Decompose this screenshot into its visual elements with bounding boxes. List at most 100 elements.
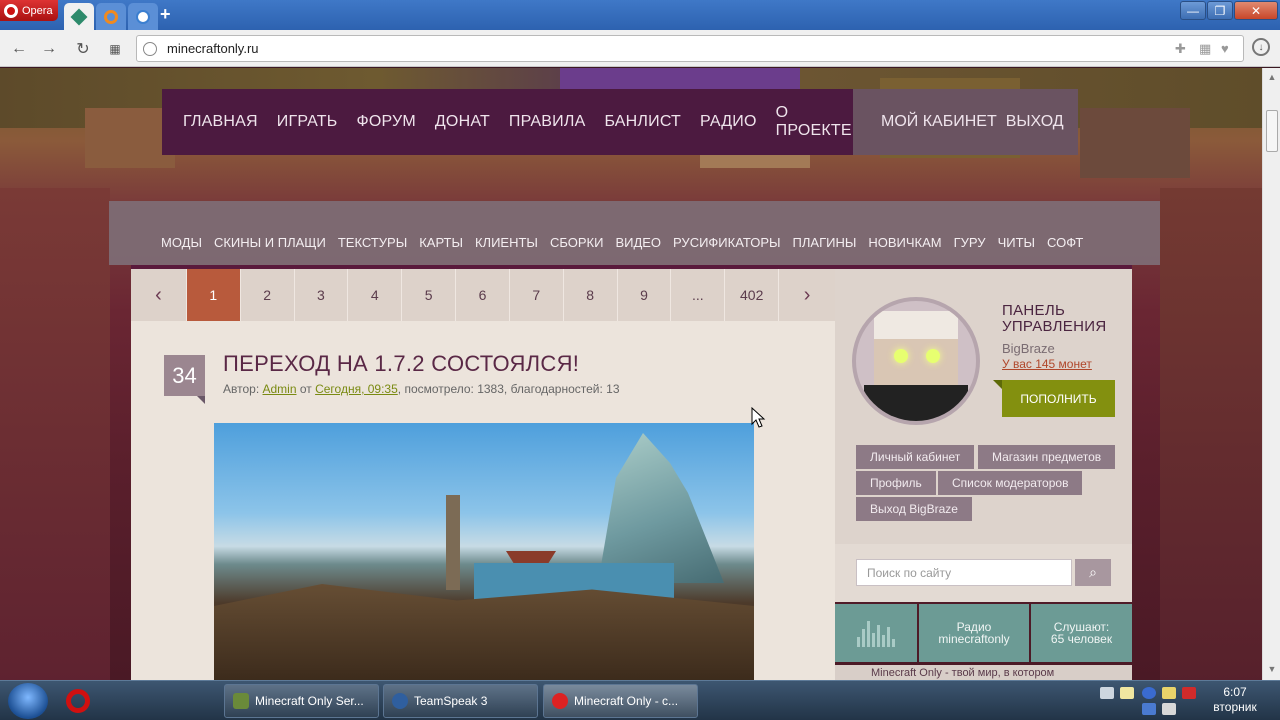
search-button[interactable]: ⌕ bbox=[1075, 559, 1111, 586]
pager-page[interactable]: 8 bbox=[564, 269, 618, 321]
speed-dial-icon[interactable]: ▦ bbox=[104, 38, 126, 60]
keyboard-icon[interactable] bbox=[1100, 687, 1114, 699]
taskbar-item-label: TeamSpeak 3 bbox=[414, 694, 488, 708]
url-text[interactable]: minecraftonly.ru bbox=[167, 41, 259, 56]
scroll-thumb[interactable] bbox=[1266, 110, 1278, 152]
subnav-builds[interactable]: СБОРКИ bbox=[550, 235, 603, 250]
topup-tail bbox=[993, 380, 1002, 389]
author-link[interactable]: Admin bbox=[263, 382, 297, 396]
subnav-maps[interactable]: КАРТЫ bbox=[419, 235, 463, 250]
eq-bar bbox=[867, 621, 870, 647]
volume-icon[interactable] bbox=[1162, 687, 1176, 699]
subnav-clients[interactable]: КЛИЕНТЫ bbox=[475, 235, 538, 250]
opera-pinned-icon[interactable] bbox=[66, 689, 90, 713]
taskbar-item-teamspeak[interactable]: TeamSpeak 3 bbox=[383, 684, 538, 718]
subnav-newcomers[interactable]: НОВИЧКАМ bbox=[868, 235, 941, 250]
nav-banlist[interactable]: БАНЛИСТ bbox=[604, 113, 681, 131]
coins-link[interactable]: У вас 145 монет bbox=[1002, 357, 1092, 371]
site-info-icon[interactable] bbox=[143, 42, 157, 56]
link-personal-account[interactable]: Личный кабинет bbox=[856, 445, 975, 469]
nav-play[interactable]: ИГРАТЬ bbox=[277, 113, 338, 131]
extensions-icon[interactable]: ✚ bbox=[1175, 41, 1186, 57]
nav-home[interactable]: ГЛАВНАЯ bbox=[183, 113, 258, 131]
maximize-button[interactable]: ❐ bbox=[1207, 1, 1233, 20]
pager-prev-button[interactable]: ‹ bbox=[131, 269, 187, 321]
pager-page[interactable]: 2 bbox=[241, 269, 295, 321]
subnav-skins[interactable]: СКИНЫ И ПЛАЩИ bbox=[214, 235, 326, 250]
radio-equalizer-icon[interactable] bbox=[835, 604, 917, 662]
subnav-mods[interactable]: МОДЫ bbox=[161, 235, 202, 250]
start-button[interactable] bbox=[8, 683, 48, 719]
link-logout-user[interactable]: Выход BigBraze bbox=[856, 497, 972, 521]
link-profile[interactable]: Профиль bbox=[856, 471, 936, 495]
page-grid-icon[interactable]: ▦ bbox=[1199, 41, 1211, 57]
subnav-plugins[interactable]: ПЛАГИНЫ bbox=[793, 235, 857, 250]
pager-page-last[interactable]: 402 bbox=[725, 269, 780, 321]
taskbar-item-minecraft-server[interactable]: Minecraft Only Ser... bbox=[224, 684, 379, 718]
new-tab-button[interactable]: + bbox=[160, 4, 171, 25]
download-icon[interactable]: ↓ bbox=[1252, 38, 1270, 56]
pager-page[interactable]: 3 bbox=[295, 269, 349, 321]
image-tower bbox=[446, 495, 460, 590]
close-button[interactable]: ✕ bbox=[1234, 1, 1278, 20]
back-arrow-icon[interactable]: ← bbox=[8, 38, 30, 60]
post-title[interactable]: ПЕРЕХОД НА 1.7.2 СОСТОЯЛСЯ! bbox=[223, 351, 579, 377]
avatar[interactable] bbox=[852, 297, 980, 425]
alert-icon[interactable] bbox=[1182, 687, 1196, 699]
site-favicon-icon bbox=[70, 8, 88, 25]
radio-label[interactable]: Радио minecraftonly bbox=[919, 604, 1029, 662]
nav-radio[interactable]: РАДИО bbox=[700, 113, 757, 131]
tray-icon[interactable] bbox=[1142, 703, 1156, 715]
avatar-body bbox=[864, 385, 968, 421]
topup-button[interactable]: ПОПОЛНИТЬ bbox=[1002, 380, 1115, 417]
post-image[interactable] bbox=[214, 423, 754, 680]
help-icon[interactable] bbox=[1120, 687, 1134, 699]
tab-third[interactable] bbox=[128, 3, 158, 30]
subnav-localizations[interactable]: РУСИФИКАТОРЫ bbox=[673, 235, 780, 250]
scroll-up-icon[interactable]: ▲ bbox=[1266, 72, 1278, 84]
search-icon: ⌕ bbox=[1089, 564, 1097, 580]
equalizer-bars bbox=[857, 619, 895, 647]
network-icon[interactable] bbox=[1142, 687, 1156, 699]
nav-forum[interactable]: ФОРУМ bbox=[356, 113, 415, 131]
nav-donate[interactable]: ДОНАТ bbox=[435, 113, 490, 131]
pager-page[interactable]: 4 bbox=[348, 269, 403, 321]
date-link[interactable]: Сегодня, 09:35 bbox=[315, 382, 398, 396]
pager-page[interactable]: 1 bbox=[186, 269, 241, 321]
nav-about[interactable]: О ПРОЕКТЕ bbox=[776, 104, 852, 140]
partial-feed-item[interactable]: Minecraft Only - твой мир, в котором bbox=[835, 665, 1132, 680]
scroll-down-icon[interactable]: ▼ bbox=[1266, 664, 1278, 676]
opera-icon bbox=[552, 693, 568, 709]
nav-rules[interactable]: ПРАВИЛА bbox=[509, 113, 586, 131]
eq-bar bbox=[877, 625, 880, 647]
pager-page[interactable]: 5 bbox=[402, 269, 457, 321]
page-scrollbar[interactable]: ▲ ▼ bbox=[1262, 68, 1280, 680]
tab-minecraftonly[interactable] bbox=[64, 3, 94, 30]
search-input[interactable]: Поиск по сайту bbox=[856, 559, 1072, 586]
pager-next-button[interactable]: › bbox=[779, 269, 835, 321]
tray-icon[interactable] bbox=[1162, 703, 1176, 715]
nav-my-account[interactable]: МОЙ КАБИНЕТ bbox=[881, 113, 997, 131]
forward-arrow-icon[interactable]: → bbox=[38, 38, 60, 60]
heart-icon[interactable]: ♥ bbox=[1221, 41, 1229, 56]
eq-bar bbox=[882, 635, 885, 647]
subnav-cheats[interactable]: ЧИТЫ bbox=[998, 235, 1035, 250]
link-moderators[interactable]: Список модераторов bbox=[938, 471, 1083, 495]
subnav-textures[interactable]: ТЕКСТУРЫ bbox=[338, 235, 407, 250]
pager-page[interactable]: 7 bbox=[510, 269, 564, 321]
tab-second[interactable] bbox=[96, 3, 126, 30]
panel-title-line: ПАНЕЛЬ bbox=[1002, 302, 1066, 319]
opera-menu-button[interactable]: Opera bbox=[0, 0, 58, 21]
subnav-software[interactable]: СОФТ bbox=[1047, 235, 1083, 250]
pager-page[interactable]: 6 bbox=[456, 269, 510, 321]
address-bar[interactable]: minecraftonly.ru ✚ ▦ ♥ bbox=[136, 35, 1244, 62]
reload-icon[interactable]: ↻ bbox=[72, 38, 94, 60]
system-clock[interactable]: 6:07 вторник bbox=[1205, 685, 1265, 715]
taskbar-item-opera[interactable]: Minecraft Only - c... bbox=[543, 684, 698, 718]
nav-logout[interactable]: ВЫХОД bbox=[1006, 113, 1064, 131]
minimize-button[interactable]: — bbox=[1180, 1, 1206, 20]
link-item-shop[interactable]: Магазин предметов bbox=[978, 445, 1116, 469]
subnav-guru[interactable]: ГУРУ bbox=[954, 235, 986, 250]
subnav-video[interactable]: ВИДЕО bbox=[615, 235, 661, 250]
pager-page[interactable]: 9 bbox=[618, 269, 672, 321]
